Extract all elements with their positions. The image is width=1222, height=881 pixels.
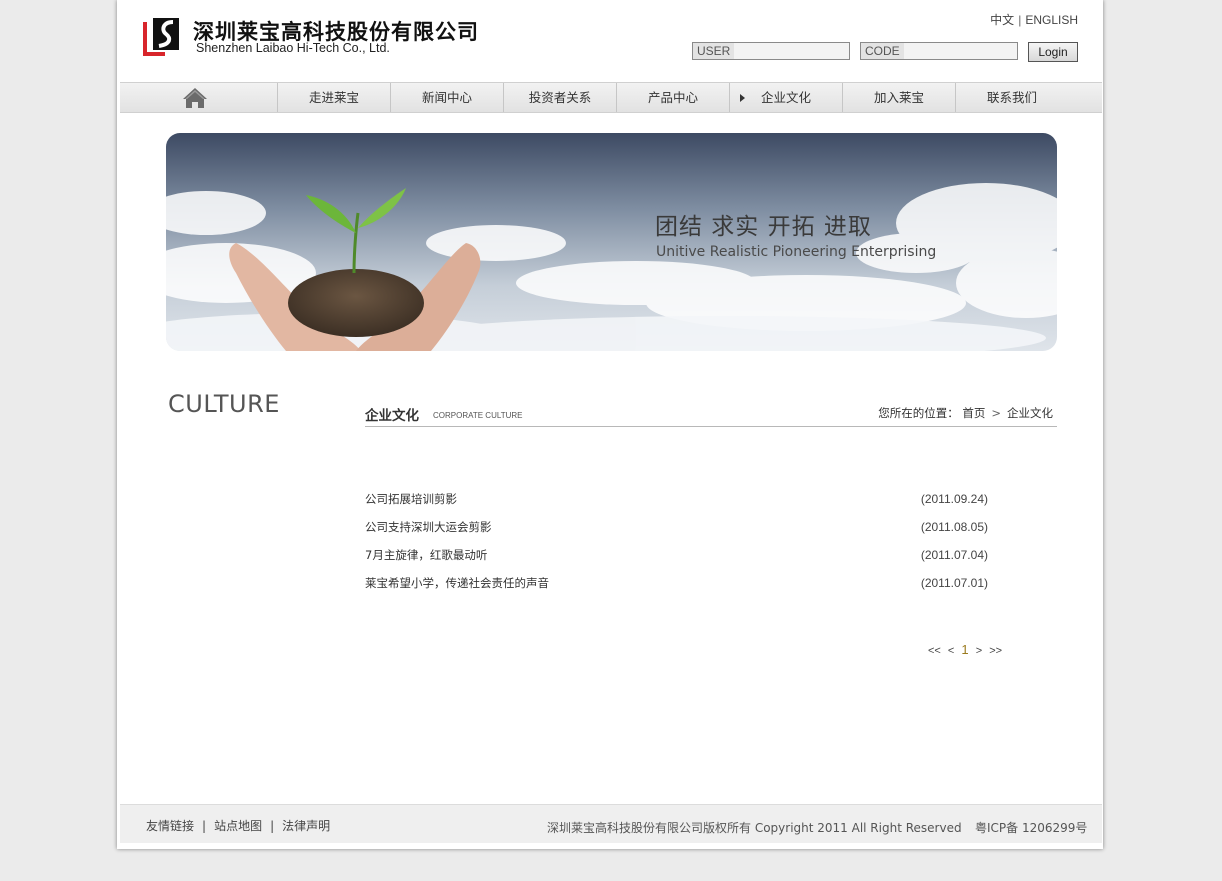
news-title-link[interactable]: 莱宝希望小学，传递社会责任的声音 bbox=[365, 576, 549, 590]
pager-last[interactable]: >> bbox=[989, 645, 1002, 657]
footer-links: 友情链接 | 站点地图 | 法律声明 bbox=[146, 817, 330, 834]
list-item: 公司支持深圳大运会剪影 (2011.08.05) bbox=[365, 517, 995, 545]
main-nav: 走进莱宝 新闻中心 投资者关系 产品中心 企业文化 加入莱宝 联系我们 bbox=[120, 82, 1102, 113]
footer-separator: | bbox=[202, 819, 207, 833]
news-list: 公司拓展培训剪影 (2011.09.24) 公司支持深圳大运会剪影 (2011.… bbox=[365, 489, 995, 601]
code-input[interactable] bbox=[901, 43, 1017, 59]
pager-next[interactable]: > bbox=[976, 645, 982, 657]
banner-slogan-cn: 团结 求实 开拓 进取 bbox=[655, 214, 872, 240]
home-icon[interactable] bbox=[182, 87, 208, 109]
banner-image bbox=[166, 133, 1057, 351]
user-input[interactable] bbox=[733, 43, 849, 59]
footer-separator: | bbox=[270, 819, 275, 833]
pagination: << < 1 > >> bbox=[928, 642, 1006, 657]
page-container: 深圳莱宝高科技股份有限公司 Shenzhen Laibao Hi-Tech Co… bbox=[117, 0, 1103, 849]
language-switcher: 中文 | ENGLISH bbox=[990, 11, 1078, 28]
section-header: 企业文化 CORPORATE CULTURE 您所在的位置： 首页 > 企业文化 bbox=[365, 404, 1057, 427]
nav-item-products[interactable]: 产品中心 bbox=[616, 83, 729, 112]
breadcrumb-label: 您所在的位置： bbox=[878, 406, 959, 420]
breadcrumb: 您所在的位置： 首页 > 企业文化 bbox=[878, 405, 1053, 421]
banner: 团结 求实 开拓 进取 Unitive Realistic Pioneering… bbox=[166, 133, 1057, 351]
code-field[interactable]: CODE bbox=[860, 42, 1018, 60]
footer-link-sitemap[interactable]: 站点地图 bbox=[214, 819, 262, 833]
news-date: (2011.08.05) bbox=[920, 520, 988, 534]
news-title-link[interactable]: 公司支持深圳大运会剪影 bbox=[365, 520, 492, 534]
user-label: USER bbox=[693, 43, 735, 59]
breadcrumb-arrow: > bbox=[991, 406, 1001, 420]
lang-separator: | bbox=[1018, 13, 1022, 27]
nav-item-contact[interactable]: 联系我们 bbox=[955, 83, 1068, 112]
logo-mark-icon bbox=[143, 18, 179, 56]
list-item: 7月主旋律，红歌最动听 (2011.07.04) bbox=[365, 545, 995, 573]
lang-en-link[interactable]: ENGLISH bbox=[1025, 13, 1078, 27]
list-item: 莱宝希望小学，传递社会责任的声音 (2011.07.01) bbox=[365, 573, 995, 601]
login-button[interactable]: Login bbox=[1028, 42, 1078, 62]
list-item: 公司拓展培训剪影 (2011.09.24) bbox=[365, 489, 995, 517]
pager-prev[interactable]: < bbox=[948, 645, 954, 657]
pager-current[interactable]: 1 bbox=[961, 642, 968, 657]
footer-link-friends[interactable]: 友情链接 bbox=[146, 819, 194, 833]
lang-cn-link[interactable]: 中文 bbox=[990, 13, 1014, 27]
breadcrumb-home-link[interactable]: 首页 bbox=[962, 406, 985, 420]
company-name-en: Shenzhen Laibao Hi-Tech Co., Ltd. bbox=[196, 41, 390, 55]
news-title-link[interactable]: 7月主旋律，红歌最动听 bbox=[365, 548, 487, 562]
nav-item-about[interactable]: 走进莱宝 bbox=[277, 83, 390, 112]
pager-first[interactable]: << bbox=[928, 645, 941, 657]
breadcrumb-current[interactable]: 企业文化 bbox=[1007, 406, 1053, 420]
nav-item-join[interactable]: 加入莱宝 bbox=[842, 83, 955, 112]
banner-slogan-en: Unitive Realistic Pioneering Enterprisin… bbox=[656, 244, 937, 260]
footer: 友情链接 | 站点地图 | 法律声明 深圳莱宝高科技股份有限公司版权所有 Copyrig… bbox=[120, 804, 1102, 843]
nav-item-investor[interactable]: 投资者关系 bbox=[503, 83, 616, 112]
news-title-link[interactable]: 公司拓展培训剪影 bbox=[365, 492, 457, 506]
user-field[interactable]: USER bbox=[692, 42, 850, 60]
icp-text: 粤ICP备 1206299号 bbox=[975, 821, 1088, 835]
copyright-text: 深圳莱宝高科技股份有限公司版权所有 Copyright 2011 All Rig… bbox=[547, 821, 962, 835]
footer-link-legal[interactable]: 法律声明 bbox=[282, 819, 330, 833]
company-logo[interactable]: 深圳莱宝高科技股份有限公司 Shenzhen Laibao Hi-Tech Co… bbox=[141, 16, 478, 60]
sidebar-title: CULTURE bbox=[168, 390, 280, 418]
news-date: (2011.07.04) bbox=[920, 548, 988, 562]
news-date: (2011.07.01) bbox=[920, 576, 988, 590]
section-subtitle: CORPORATE CULTURE bbox=[433, 411, 523, 420]
nav-item-news[interactable]: 新闻中心 bbox=[390, 83, 503, 112]
news-date: (2011.09.24) bbox=[920, 492, 988, 506]
code-label: CODE bbox=[861, 43, 904, 59]
nav-item-culture[interactable]: 企业文化 bbox=[729, 83, 842, 112]
section-title: 企业文化 bbox=[365, 408, 419, 424]
